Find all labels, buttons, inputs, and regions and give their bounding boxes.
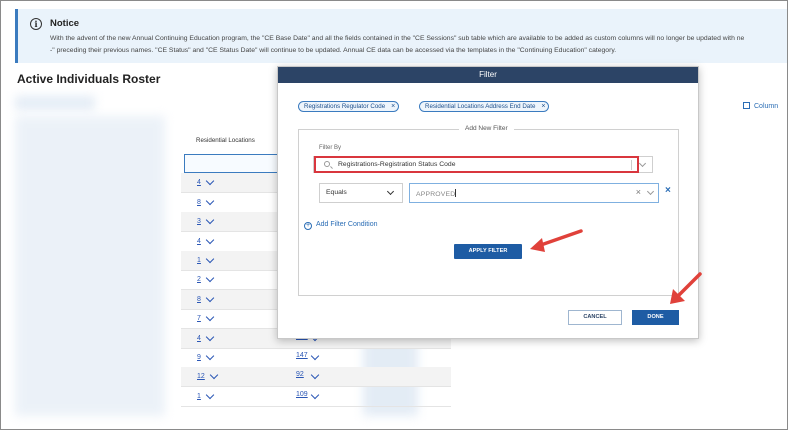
residential-locations-count-link[interactable]: 8 <box>197 199 201 206</box>
residential-locations-count-link[interactable]: 2 <box>197 276 201 283</box>
add-condition-label: Add Filter Condition <box>316 221 378 228</box>
chevron-down-icon[interactable] <box>205 332 215 341</box>
chevron-down-icon[interactable] <box>205 351 215 361</box>
notice-banner: i Notice With the advent of the new Annu… <box>15 9 787 63</box>
count-link[interactable]: 109 <box>296 391 308 398</box>
residential-locations-count-link[interactable]: 4 <box>197 179 201 186</box>
plus-circle-icon: + <box>304 222 312 230</box>
chip-label: Registrations Regulator Code <box>304 103 386 110</box>
chevron-down-icon[interactable] <box>205 312 215 322</box>
chevron-down-icon[interactable] <box>310 351 320 361</box>
notice-text-line-1: With the advent of the new Annual Contin… <box>50 35 745 42</box>
chevron-down-icon[interactable] <box>205 215 215 225</box>
annotation-arrow-done <box>670 272 702 304</box>
columns-label: Column <box>754 103 779 110</box>
chevron-down-icon[interactable] <box>205 177 215 186</box>
filter-chip-regulator-code[interactable]: Registrations Regulator Code × <box>298 101 400 112</box>
chevron-down-icon[interactable] <box>205 254 215 264</box>
columns-button[interactable]: Column <box>743 102 778 110</box>
table-row: 12 92 <box>181 367 451 388</box>
chevron-down-icon[interactable] <box>310 390 320 400</box>
residential-locations-count-link[interactable]: 1 <box>197 257 201 264</box>
add-filter-condition-button[interactable]: + Add Filter Condition <box>304 221 377 230</box>
chevron-down-icon[interactable] <box>646 187 655 196</box>
chevron-down-icon[interactable] <box>310 371 320 380</box>
selected-row-cell <box>184 154 279 173</box>
annotation-arrow-apply <box>530 229 583 252</box>
screenshot-frame: i Notice With the advent of the new Annu… <box>0 0 788 430</box>
chevron-down-icon[interactable] <box>205 274 215 283</box>
residential-locations-count-link[interactable]: 4 <box>197 238 201 245</box>
table-row: 9 147 <box>181 348 451 368</box>
page-title: Active Individuals Roster <box>17 72 161 86</box>
count-link[interactable]: 92 <box>296 371 304 378</box>
apply-filter-button[interactable]: APPLY FILTER <box>454 244 522 259</box>
operator-value: Equals <box>326 189 347 196</box>
highlight-box-annotation <box>314 156 639 173</box>
residential-locations-count-link[interactable]: 9 <box>197 354 201 361</box>
modal-title: Filter <box>278 67 698 83</box>
chevron-down-icon[interactable] <box>205 235 215 244</box>
notice-title: Notice <box>50 18 80 29</box>
chip-remove-icon[interactable]: × <box>391 102 395 111</box>
residential-locations-count-link[interactable]: 4 <box>197 335 201 342</box>
filter-by-label: Filter By <box>319 145 342 151</box>
add-new-filter-section: Add New Filter Filter By Registrations-R… <box>298 125 679 296</box>
remove-condition-icon[interactable]: × <box>665 185 671 196</box>
columns-icon <box>743 102 750 109</box>
clear-icon[interactable]: × <box>636 187 641 197</box>
notice-text-line-2: -" preceding their previous names. "CE S… <box>50 47 617 54</box>
operator-select[interactable]: Equals <box>319 183 403 203</box>
chevron-down-icon[interactable] <box>209 371 219 380</box>
chip-remove-icon[interactable]: × <box>541 102 545 111</box>
section-title: Add New Filter <box>459 125 514 132</box>
chevron-down-icon[interactable] <box>638 159 647 168</box>
residential-locations-count-link[interactable]: 12 <box>197 373 205 380</box>
residential-locations-count-link[interactable]: 7 <box>197 315 201 322</box>
chevron-down-icon[interactable] <box>205 293 215 303</box>
filter-value: APPROVED <box>416 191 456 198</box>
filter-value-text: APPROVED <box>416 189 457 198</box>
done-button[interactable]: DONE <box>632 310 679 325</box>
filter-chip-address-end-date[interactable]: Residential Locations Address End Date × <box>419 101 550 112</box>
cancel-button[interactable]: CANCEL <box>568 310 622 325</box>
count-link[interactable]: 147 <box>296 352 308 359</box>
table-row: 1 109 <box>181 387 451 407</box>
residential-locations-count-link[interactable]: 3 <box>197 218 201 225</box>
filter-modal: Filter Registrations Regulator Code × Re… <box>277 66 699 339</box>
residential-locations-count-link[interactable]: 1 <box>197 393 201 400</box>
chevron-down-icon[interactable] <box>205 390 215 400</box>
chevron-down-icon[interactable] <box>205 196 215 206</box>
chip-label: Residential Locations Address End Date <box>425 103 536 110</box>
filter-value-input[interactable]: APPROVED × <box>409 183 659 203</box>
column-header-residential-locations: Residential Locations <box>196 137 255 144</box>
text-caret <box>455 189 457 197</box>
chevron-down-icon <box>386 187 395 196</box>
residential-locations-count-link[interactable]: 8 <box>197 296 201 303</box>
redacted-area <box>15 116 165 416</box>
info-icon: i <box>30 18 42 30</box>
redacted-area <box>15 96 95 110</box>
